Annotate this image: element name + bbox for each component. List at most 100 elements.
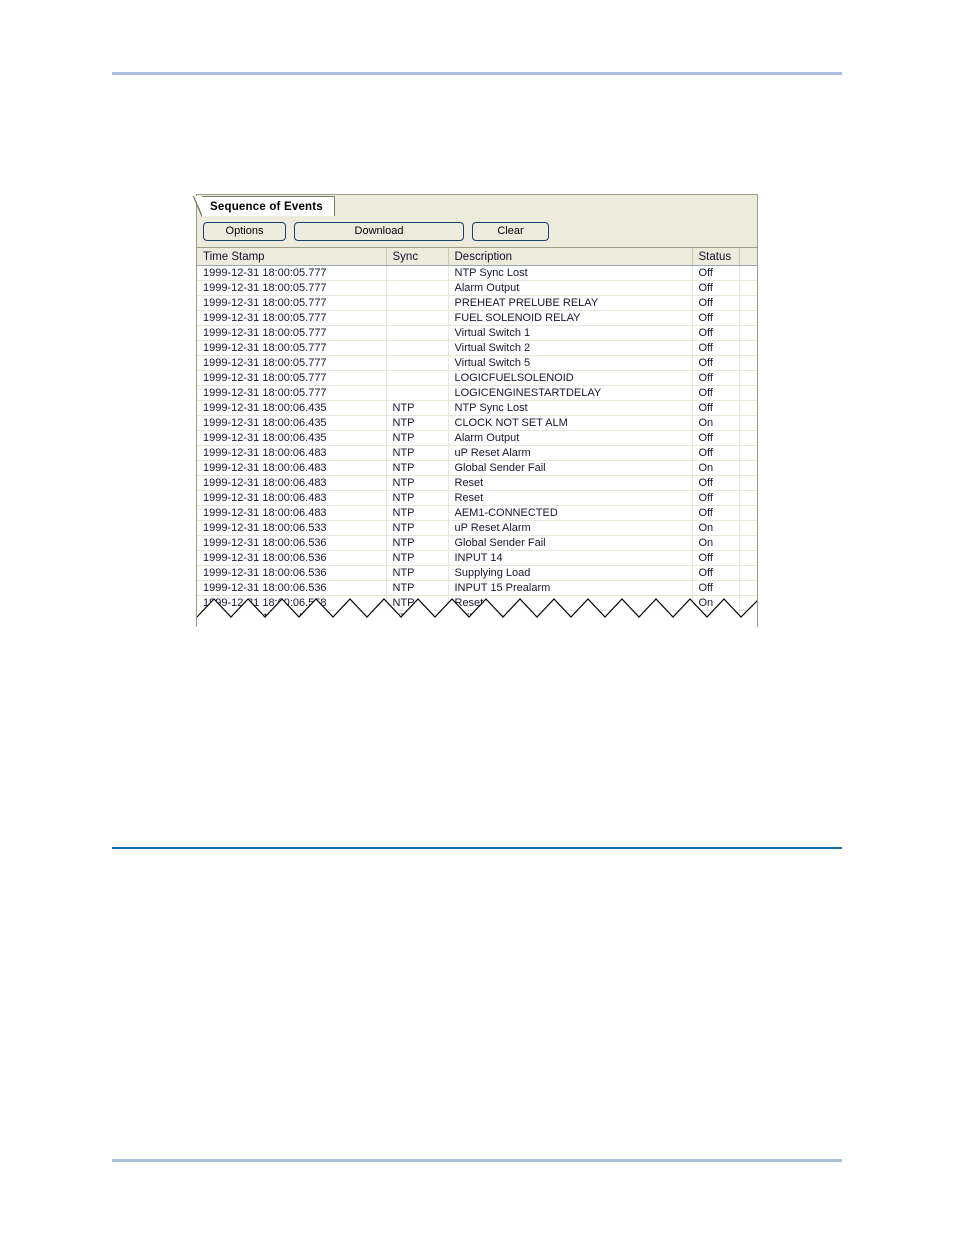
table-row[interactable]: 1999-12-31 18:00:06.435 NTP Alarm Output Of… bbox=[197, 430, 757, 446]
cell-sync bbox=[386, 265, 449, 281]
page-footer-rule bbox=[112, 1159, 842, 1162]
cell-spacer bbox=[739, 400, 757, 416]
cell-time-stamp: 1999-12-31 18:00:06.483 bbox=[197, 460, 387, 476]
cell-time-stamp: 1999-12-31 18:00:15.670 bbox=[197, 610, 387, 626]
table-row[interactable]: 1999-12-31 18:00:06.533 NTP uP Reset Alarm… bbox=[197, 520, 757, 536]
cell-sync bbox=[386, 295, 449, 311]
cell-sync: NTP bbox=[386, 445, 449, 461]
table-row[interactable]: 1999-12-31 18:00:06.483 NTP Reset Off bbox=[197, 475, 757, 491]
cell-status: Off bbox=[692, 280, 740, 296]
cell-spacer bbox=[739, 610, 757, 626]
cell-status: Off bbox=[692, 550, 740, 566]
cell-status: Off bbox=[692, 430, 740, 446]
cell-status: On bbox=[692, 595, 740, 611]
cell-spacer bbox=[739, 430, 757, 446]
column-header-sync[interactable]: Sync bbox=[386, 248, 449, 266]
table-row[interactable]: 1999-12-31 18:00:06.435 NTP NTP Sync Lost O… bbox=[197, 400, 757, 416]
cell-sync bbox=[386, 385, 449, 401]
table-row[interactable]: 1999-12-31 18:00:05.777 Virtual Switch 2O… bbox=[197, 340, 757, 356]
cell-spacer bbox=[739, 580, 757, 596]
cell-time-stamp: 1999-12-31 18:00:06.435 bbox=[197, 415, 387, 431]
table-row[interactable]: 1999-12-31 18:00:15.670NTPAlarm OutputOn bbox=[197, 625, 757, 627]
cell-spacer bbox=[739, 460, 757, 476]
table-row[interactable]: 1999-12-31 18:00:15.670 NTP NTP Sync Lost O… bbox=[197, 610, 757, 626]
table-row[interactable]: 1999-12-31 18:00:06.483 NTP AEM1-CONNECTED… bbox=[197, 505, 757, 521]
cell-sync: NTP bbox=[386, 535, 449, 551]
sequence-of-events-panel: Sequence of Events Options Download Clea… bbox=[193, 194, 758, 628]
cell-sync bbox=[386, 340, 449, 356]
cell-time-stamp: 1999-12-31 18:00:06.536 bbox=[197, 550, 387, 566]
cell-sync: NTP bbox=[386, 595, 449, 611]
download-button[interactable]: Download bbox=[294, 221, 464, 241]
table-row[interactable]: 1999-12-31 18:00:06.536 NTP INPUT 14 Off bbox=[197, 550, 757, 566]
cell-description: NTP Sync Lost bbox=[448, 265, 693, 281]
cell-description: Virtual Switch 5 bbox=[448, 355, 693, 371]
tab-sequence-of-events[interactable]: Sequence of Events bbox=[193, 196, 335, 217]
table-row[interactable]: 1999-12-31 18:00:06.483 NTP Global Sender … bbox=[197, 460, 757, 476]
cell-sync bbox=[386, 310, 449, 326]
table-row[interactable]: 1999-12-31 18:00:06.483 NTP uP Reset Alarm… bbox=[197, 445, 757, 461]
table-row[interactable]: 1999-12-31 18:00:05.777 Alarm Output Off bbox=[197, 280, 757, 296]
cell-sync: NTP bbox=[386, 460, 449, 476]
cell-status: Off bbox=[692, 265, 740, 281]
cell-time-stamp: 1999-12-31 18:00:06.536 bbox=[197, 580, 387, 596]
cell-status: On bbox=[692, 610, 740, 626]
table-row[interactable]: 1999-12-31 18:00:05.777 PREHEAT PRELUBE R… bbox=[197, 295, 757, 311]
cell-status: Off bbox=[692, 325, 740, 341]
cell-sync: NTP bbox=[386, 625, 449, 627]
table-row[interactable]: 1999-12-31 18:00:06.536 NTP Global Sender … bbox=[197, 535, 757, 551]
cell-status: Off bbox=[692, 340, 740, 356]
cell-description: LOGICFUELSOLENOID bbox=[448, 370, 693, 386]
column-header-status[interactable]: Status bbox=[692, 248, 740, 266]
table-row[interactable]: 1999-12-31 18:00:06.483 NTP Reset Off bbox=[197, 490, 757, 506]
cell-spacer bbox=[739, 340, 757, 356]
cell-time-stamp: 1999-12-31 18:00:05.777 bbox=[197, 385, 387, 401]
cell-spacer bbox=[739, 310, 757, 326]
clear-button[interactable]: Clear bbox=[472, 221, 549, 241]
column-header-description[interactable]: Description bbox=[448, 248, 693, 266]
cell-description: INPUT 14 bbox=[448, 550, 693, 566]
cell-sync bbox=[386, 280, 449, 296]
cell-description: Alarm Output bbox=[448, 430, 693, 446]
cell-status: On bbox=[692, 415, 740, 431]
table-row[interactable]: 1999-12-31 18:00:05.777 NTP Sync Lost Off bbox=[197, 265, 757, 281]
table-row[interactable]: 1999-12-31 18:00:06.536 NTP INPUT 15 Preal… bbox=[197, 580, 757, 596]
cell-time-stamp: 1999-12-31 18:00:06.483 bbox=[197, 445, 387, 461]
cell-status: Off bbox=[692, 385, 740, 401]
cell-description: AEM1-CONNECTED bbox=[448, 505, 693, 521]
tab-bar: Sequence of Events bbox=[193, 194, 758, 217]
column-header-time-stamp[interactable]: Time Stamp bbox=[197, 248, 387, 266]
page-body-rule bbox=[112, 847, 842, 849]
table-row[interactable]: 1999-12-31 18:00:06.558 NTP Reset On bbox=[197, 595, 757, 611]
cell-sync bbox=[386, 370, 449, 386]
table-row[interactable]: 1999-12-31 18:00:05.777 Virtual Switch 5O… bbox=[197, 355, 757, 371]
cell-time-stamp: 1999-12-31 18:00:05.777 bbox=[197, 295, 387, 311]
table-row[interactable]: 1999-12-31 18:00:05.777 LOGICFUELSOLENOID… bbox=[197, 370, 757, 386]
cell-description: Reset bbox=[448, 595, 693, 611]
cell-time-stamp: 1999-12-31 18:00:06.483 bbox=[197, 475, 387, 491]
cell-spacer bbox=[739, 535, 757, 551]
cell-status: Off bbox=[692, 580, 740, 596]
panel-toolbar: Options Download Clear bbox=[196, 215, 758, 248]
table-row[interactable]: 1999-12-31 18:00:05.777 LOGICENGINESTARTD… bbox=[197, 385, 757, 401]
cell-status: Off bbox=[692, 310, 740, 326]
cell-description: Alarm Output bbox=[448, 280, 693, 296]
cell-description: Virtual Switch 1 bbox=[448, 325, 693, 341]
cell-time-stamp: 1999-12-31 18:00:05.777 bbox=[197, 310, 387, 326]
cell-description: Reset bbox=[448, 475, 693, 491]
cell-time-stamp: 1999-12-31 18:00:05.777 bbox=[197, 340, 387, 356]
cell-spacer bbox=[739, 325, 757, 341]
options-button[interactable]: Options bbox=[203, 221, 286, 241]
events-grid-container[interactable]: Time Stamp Sync Description Status 1999-… bbox=[196, 248, 758, 627]
cell-sync bbox=[386, 325, 449, 341]
table-header-row: Time Stamp Sync Description Status bbox=[197, 248, 757, 266]
table-row[interactable]: 1999-12-31 18:00:06.536 NTP Supplying Load… bbox=[197, 565, 757, 581]
cell-time-stamp: 1999-12-31 18:00:06.536 bbox=[197, 535, 387, 551]
cell-description: uP Reset Alarm bbox=[448, 445, 693, 461]
cell-time-stamp: 1999-12-31 18:00:05.777 bbox=[197, 370, 387, 386]
cell-status: Off bbox=[692, 400, 740, 416]
table-row[interactable]: 1999-12-31 18:00:05.777 FUEL SOLENOID REL… bbox=[197, 310, 757, 326]
table-row[interactable]: 1999-12-31 18:00:06.435 NTP CLOCK NOT SET … bbox=[197, 415, 757, 431]
cell-status: Off bbox=[692, 505, 740, 521]
table-row[interactable]: 1999-12-31 18:00:05.777 Virtual Switch 1O… bbox=[197, 325, 757, 341]
